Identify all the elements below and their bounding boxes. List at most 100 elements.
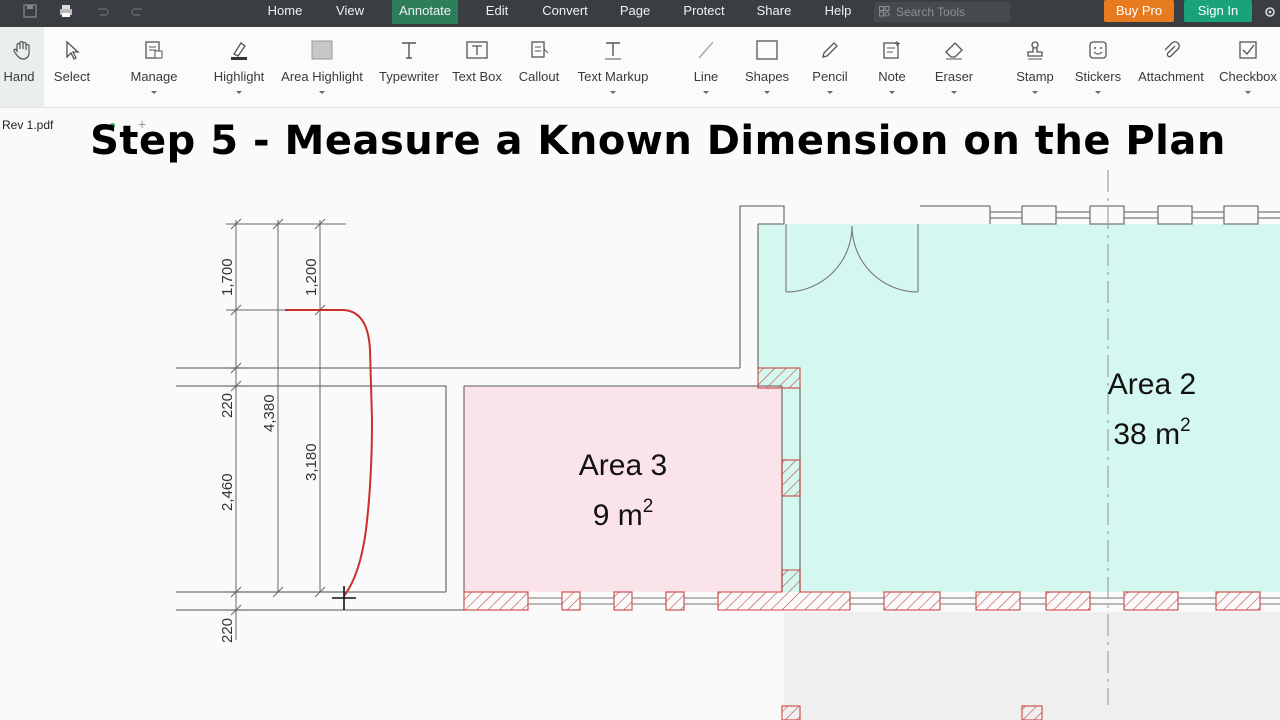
- hand-icon: [13, 40, 30, 60]
- search-tools-input[interactable]: Search Tools: [874, 2, 1010, 22]
- menu-help[interactable]: Help: [814, 0, 862, 24]
- menu-protect[interactable]: Protect: [674, 0, 734, 24]
- area-2-value: 38 m: [1113, 418, 1180, 451]
- save-icon[interactable]: [22, 3, 38, 19]
- stickers-icon: [1089, 41, 1107, 59]
- dropdown-caret-icon[interactable]: [1095, 91, 1101, 94]
- top-menu-bar: Home View Annotate Edit Convert Page Pro…: [0, 0, 1280, 27]
- tool-label: Highlight: [213, 69, 265, 84]
- highlighter-icon: [231, 42, 247, 60]
- tool-note[interactable]: Note: [870, 27, 914, 107]
- tool-label: Hand: [3, 69, 35, 84]
- tool-label: Pencil: [812, 69, 848, 84]
- typewriter-icon: [402, 42, 416, 59]
- dimension-label: 1,700: [219, 258, 236, 296]
- annotate-ribbon: Hand Select Manage Highlight Area Highli…: [0, 27, 1280, 108]
- dropdown-caret-icon[interactable]: [610, 91, 616, 94]
- dropdown-caret-icon[interactable]: [889, 91, 895, 94]
- area-2-fill-lower: [800, 386, 1280, 592]
- search-icon: [879, 6, 890, 17]
- tool-text-markup[interactable]: Text Markup: [574, 27, 652, 107]
- menu-edit[interactable]: Edit: [476, 0, 518, 24]
- area-3-name: Area 3: [579, 449, 667, 482]
- dropdown-caret-icon[interactable]: [827, 91, 833, 94]
- text-markup-icon: [605, 42, 621, 60]
- tool-label: Text Markup: [577, 69, 649, 84]
- tool-label: Callout: [518, 69, 560, 84]
- tool-area-highlight[interactable]: Area Highlight: [278, 27, 366, 107]
- tool-stamp[interactable]: Stamp: [1012, 27, 1058, 107]
- tool-line[interactable]: Line: [686, 27, 726, 107]
- tool-pencil[interactable]: Pencil: [808, 27, 852, 107]
- print-icon[interactable]: [58, 3, 74, 19]
- area-2-superscript: 2: [1180, 415, 1191, 436]
- menu-view[interactable]: View: [328, 0, 372, 24]
- dropdown-caret-icon[interactable]: [319, 91, 325, 94]
- dimension-label: 2,460: [219, 473, 236, 511]
- note-icon: [883, 41, 900, 59]
- area-3-fill: [464, 386, 782, 592]
- dimension-label: 3,180: [303, 443, 320, 481]
- tool-eraser[interactable]: Eraser: [930, 27, 978, 107]
- tool-label: Select: [53, 69, 91, 84]
- dimension-label: 220: [219, 393, 236, 418]
- gear-icon[interactable]: [1262, 4, 1278, 20]
- tool-text-box[interactable]: Text Box: [450, 27, 504, 107]
- dropdown-caret-icon[interactable]: [236, 91, 242, 94]
- tool-manage[interactable]: Manage: [126, 27, 182, 107]
- area-3-value: 9 m: [593, 499, 643, 532]
- redo-icon[interactable]: [130, 3, 146, 19]
- tool-attachment[interactable]: Attachment: [1134, 27, 1208, 107]
- menu-page[interactable]: Page: [614, 0, 656, 24]
- dimension-label: 220: [219, 618, 236, 643]
- undo-icon[interactable]: [94, 3, 110, 19]
- tool-label: Typewriter: [379, 69, 439, 84]
- floor-plan: 1,700 1,200 220 4,380 3,180 2,460 220 Ar…: [176, 170, 1280, 720]
- tool-label: Manage: [130, 69, 178, 84]
- stamp-icon: [1027, 41, 1043, 60]
- dropdown-caret-icon[interactable]: [703, 91, 709, 94]
- menu-share[interactable]: Share: [750, 0, 798, 24]
- paperclip-icon: [1164, 41, 1180, 58]
- callout-icon: [531, 41, 549, 58]
- area-highlight-icon: [311, 40, 333, 60]
- area-2-name: Area 2: [1108, 368, 1196, 401]
- dimension-label: 1,200: [303, 258, 320, 296]
- dropdown-caret-icon[interactable]: [151, 91, 157, 94]
- tool-highlight[interactable]: Highlight: [206, 27, 272, 107]
- tool-stickers[interactable]: Stickers: [1072, 27, 1124, 107]
- tool-checkbox[interactable]: Checkbox: [1216, 27, 1280, 107]
- dropdown-caret-icon[interactable]: [1245, 91, 1251, 94]
- buy-pro-button[interactable]: Buy Pro: [1104, 0, 1174, 22]
- menu-convert[interactable]: Convert: [534, 0, 596, 24]
- dropdown-caret-icon[interactable]: [1032, 91, 1038, 94]
- tool-label: Stamp: [1016, 69, 1054, 84]
- menu-annotate[interactable]: Annotate: [392, 0, 458, 24]
- shapes-icon: [756, 40, 778, 60]
- tool-typewriter[interactable]: Typewriter: [376, 27, 442, 107]
- dimension-lines: [226, 218, 346, 640]
- dropdown-caret-icon[interactable]: [764, 91, 770, 94]
- tool-label: Text Box: [452, 69, 502, 84]
- tool-label: Attachment: [1138, 69, 1204, 84]
- tool-shapes[interactable]: Shapes: [742, 27, 792, 107]
- red-pencil-markup: [285, 309, 374, 597]
- checkbox-icon: [1239, 41, 1257, 59]
- crosshair-cursor-icon: [332, 586, 356, 610]
- tool-label: Shapes: [744, 69, 790, 84]
- tool-callout[interactable]: Callout: [514, 27, 564, 107]
- menu-home[interactable]: Home: [258, 0, 312, 24]
- sign-in-button[interactable]: Sign In: [1184, 0, 1252, 22]
- tool-label: Note: [878, 69, 906, 84]
- tool-label: Checkbox: [1219, 69, 1277, 84]
- tool-label: Eraser: [934, 69, 974, 84]
- pencil-icon: [822, 42, 838, 58]
- lower-region: [784, 612, 1280, 720]
- dimension-label: 4,380: [261, 394, 278, 432]
- tool-hand[interactable]: Hand: [0, 27, 44, 107]
- tool-select[interactable]: Select: [50, 27, 94, 107]
- area-2-size: 38 m2: [1113, 415, 1190, 451]
- dropdown-caret-icon[interactable]: [951, 91, 957, 94]
- eraser-icon: [945, 42, 963, 60]
- area-3-superscript: 2: [643, 496, 654, 517]
